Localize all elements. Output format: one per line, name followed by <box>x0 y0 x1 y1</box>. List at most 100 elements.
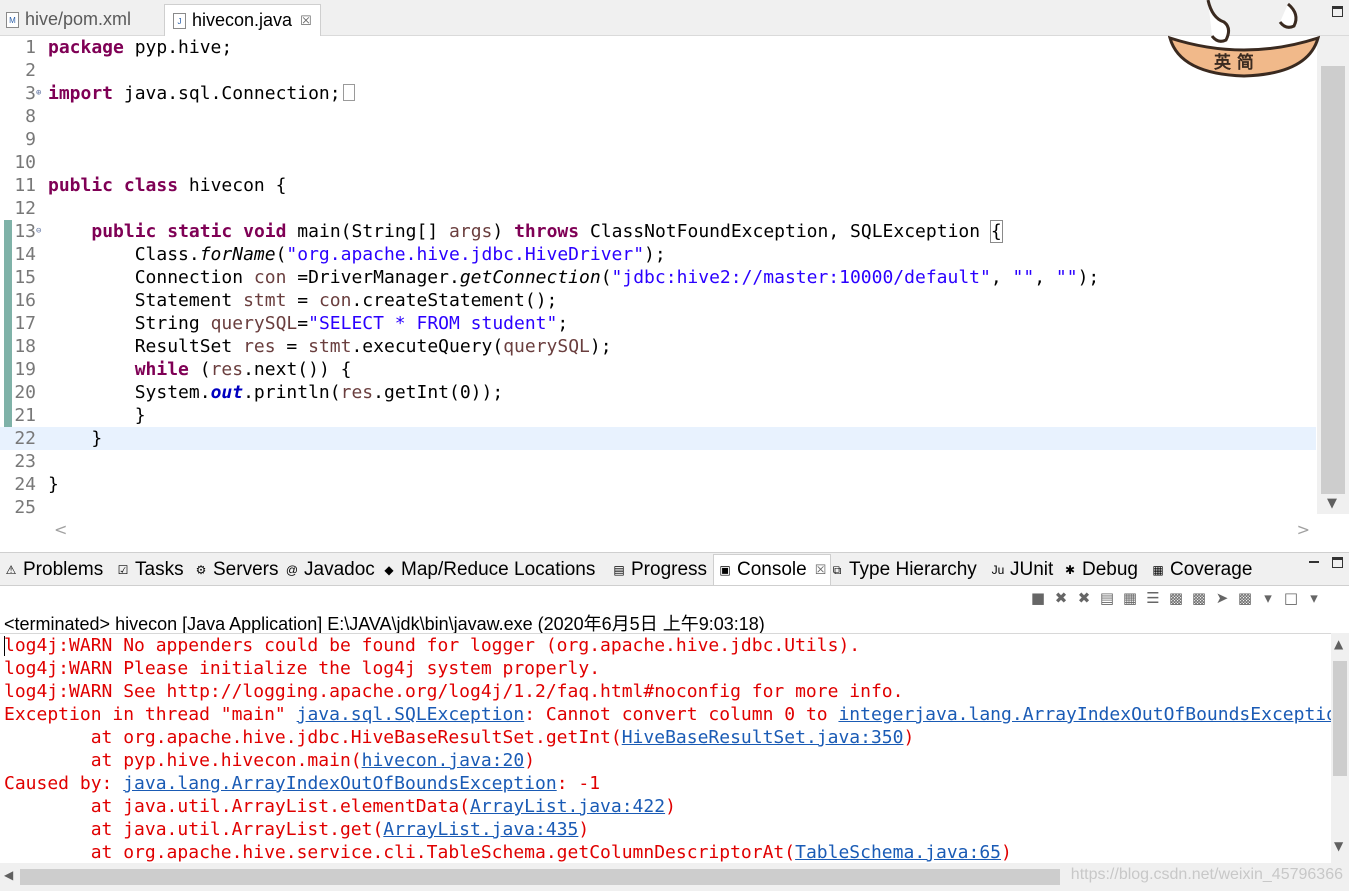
tab-problems[interactable]: ⚠ Problems <box>4 557 104 583</box>
remove-launch-icon[interactable]: ✖ <box>1053 589 1069 607</box>
line-number: 23 <box>14 451 36 472</box>
tab-junit[interactable]: Ju JUnit <box>991 557 1054 583</box>
console-output[interactable]: log4j:WARN No appenders could be found f… <box>0 633 1331 864</box>
scroll-up-icon[interactable]: ▲ <box>1334 637 1343 651</box>
expand-fold-icon[interactable]: ⊕ <box>36 89 44 98</box>
tab-console[interactable]: ▣ Console ☒ <box>713 554 832 585</box>
code-line[interactable]: 25 <box>0 496 1316 519</box>
code-line[interactable]: 18 ResultSet res = stmt.executeQuery(que… <box>0 335 1316 358</box>
code-line[interactable]: 3 ⊕ import java.sql.Connection; <box>0 82 1316 105</box>
scroll-left-icon[interactable]: < <box>54 520 67 539</box>
editor-horizontal-scrollbar[interactable]: < > <box>48 520 1316 542</box>
xml-file-icon: M <box>6 11 19 28</box>
chevron-down-icon[interactable]: ▾ <box>1260 589 1276 607</box>
code-line[interactable]: 1 package pyp.hive; <box>0 36 1316 59</box>
code-line[interactable]: 24} <box>0 473 1316 496</box>
maximize-view-button[interactable] <box>1332 557 1343 568</box>
scroll-thumb[interactable] <box>20 869 1060 885</box>
tab-javadoc[interactable]: @ Javadoc <box>285 557 375 583</box>
remove-all-terminated-icon[interactable]: ✖ <box>1076 589 1092 607</box>
line-number: 8 <box>25 106 36 127</box>
code-line[interactable]: 19 while (res.next()) { <box>0 358 1316 381</box>
tab-label: Console <box>737 559 807 580</box>
show-on-output-icon[interactable]: ▩ <box>1168 589 1184 607</box>
code-line[interactable]: 17 String querySQL="SELECT * FROM studen… <box>0 312 1316 335</box>
close-tab-icon[interactable]: ☒ <box>815 562 827 578</box>
java-file-icon: J <box>173 12 186 29</box>
scroll-down-icon[interactable]: ▼ <box>1334 839 1343 853</box>
tab-hivecon-java[interactable]: J hivecon.java ☒ <box>164 4 321 36</box>
console-line: at org.apache.hive.jdbc.HiveBaseResultSe… <box>4 727 915 748</box>
tab-progress[interactable]: ▤ Progress <box>612 557 707 583</box>
code-line[interactable]: 22 } <box>0 427 1316 450</box>
code-line[interactable]: 21 } <box>0 404 1316 427</box>
tab-label: Debug <box>1082 559 1138 580</box>
view-tab-bar: ⚠ Problems ☑ Tasks ⚙ Servers @ Javadoc ◆ Map/Redu… <box>0 552 1349 586</box>
word-wrap-icon[interactable]: ☰ <box>1145 589 1161 607</box>
stack-trace-link[interactable]: java.sql.SQLException <box>297 704 525 725</box>
collapse-fold-icon[interactable]: ⊖ <box>36 227 44 236</box>
code-line[interactable]: 8 <box>0 105 1316 128</box>
minimize-view-button[interactable] <box>1309 561 1319 563</box>
code-line[interactable]: 9 <box>0 128 1316 151</box>
line-number: 1 <box>25 37 36 58</box>
line-number: 21 <box>14 405 36 426</box>
stack-trace-link[interactable]: integerjava.lang.ArrayIndexOutOfBoundsEx… <box>838 704 1331 725</box>
code-line[interactable]: 11 public class hivecon { <box>0 174 1316 197</box>
line-number: 24 <box>14 474 36 495</box>
code-line[interactable]: 10 <box>0 151 1316 174</box>
code-line[interactable]: 14 Class.forName("org.apache.hive.jdbc.H… <box>0 243 1316 266</box>
tab-label: Type Hierarchy <box>849 559 977 580</box>
scroll-thumb[interactable] <box>1321 66 1345 494</box>
stack-trace-link[interactable]: ArrayList.java:435 <box>383 819 578 840</box>
tab-coverage[interactable]: ▦ Coverage <box>1151 557 1252 583</box>
scroll-left-icon[interactable]: ◀ <box>4 868 13 882</box>
show-on-error-icon[interactable]: ▩ <box>1191 589 1207 607</box>
code-line[interactable]: 13 ⊖ public static void main(String[] arg… <box>0 220 1316 243</box>
code-line[interactable]: 2 <box>0 59 1316 82</box>
tab-tasks[interactable]: ☑ Tasks <box>116 557 184 583</box>
tasks-icon: ☑ <box>117 563 129 577</box>
stack-trace-link[interactable]: java.lang.ArrayIndexOutOfBoundsException <box>123 773 556 794</box>
code-line[interactable]: 16 Statement stmt = con.createStatement(… <box>0 289 1316 312</box>
clear-console-icon[interactable]: ▤ <box>1099 589 1115 607</box>
mapreduce-icon: ◆ <box>384 563 394 577</box>
tab-debug[interactable]: ✱ Debug <box>1063 557 1138 583</box>
editor-vertical-scrollbar[interactable]: ▼ <box>1317 36 1349 514</box>
code-line[interactable]: 20 System.out.println(res.getInt(0)); <box>0 381 1316 404</box>
tab-servers[interactable]: ⚙ Servers <box>194 557 279 583</box>
code-text: import java.sql.Connection; <box>48 82 355 105</box>
line-number: 22 <box>14 428 36 449</box>
line-number: 13 <box>14 221 36 242</box>
line-number: 17 <box>14 313 36 334</box>
line-number: 16 <box>14 290 36 311</box>
scroll-down-icon[interactable]: ▼ <box>1327 496 1337 511</box>
scroll-thumb[interactable] <box>1333 661 1347 776</box>
stack-trace-link[interactable]: TableSchema.java:65 <box>795 842 1001 863</box>
tab-type-hierarchy[interactable]: ⧉ Type Hierarchy <box>830 557 977 583</box>
line-number: 10 <box>14 152 36 173</box>
scroll-right-icon[interactable]: > <box>1297 520 1310 539</box>
stack-trace-link[interactable]: HiveBaseResultSet.java:350 <box>622 727 904 748</box>
scroll-lock-icon[interactable]: ▦ <box>1122 589 1138 607</box>
console-line: log4j:WARN See http://logging.apache.org… <box>4 681 904 702</box>
code-line[interactable]: 15 Connection con =DriverManager.getConn… <box>0 266 1316 289</box>
stack-trace-link[interactable]: hivecon.java:20 <box>362 750 525 771</box>
code-line[interactable]: 23 <box>0 450 1316 473</box>
open-console-icon[interactable]: □ <box>1283 589 1299 607</box>
console-vertical-scrollbar[interactable]: ▲ ▼ <box>1331 633 1349 863</box>
stack-trace-link[interactable]: ArrayList.java:422 <box>470 796 665 817</box>
chevron-down-icon[interactable]: ▾ <box>1306 589 1322 607</box>
code-editor[interactable]: 1 package pyp.hive; 2 3 ⊕ import java.sql.Con… <box>0 36 1349 544</box>
maximize-editor-button[interactable] <box>1332 6 1343 17</box>
display-console-icon[interactable]: ▩ <box>1237 589 1253 607</box>
code-line[interactable]: 12 <box>0 197 1316 220</box>
editor-tab-bar: M hive/pom.xml J hivecon.java ☒ <box>0 0 1349 36</box>
pin-console-icon[interactable]: ➤ <box>1214 589 1230 607</box>
close-tab-icon[interactable]: ☒ <box>300 13 312 29</box>
tab-pom-xml[interactable]: M hive/pom.xml <box>6 4 131 35</box>
terminate-icon[interactable]: ■ <box>1030 589 1046 607</box>
tab-map-reduce-locations[interactable]: ◆ Map/Reduce Locations <box>382 557 595 583</box>
debug-icon: ✱ <box>1064 563 1076 577</box>
tab-label: Javadoc <box>304 559 375 580</box>
